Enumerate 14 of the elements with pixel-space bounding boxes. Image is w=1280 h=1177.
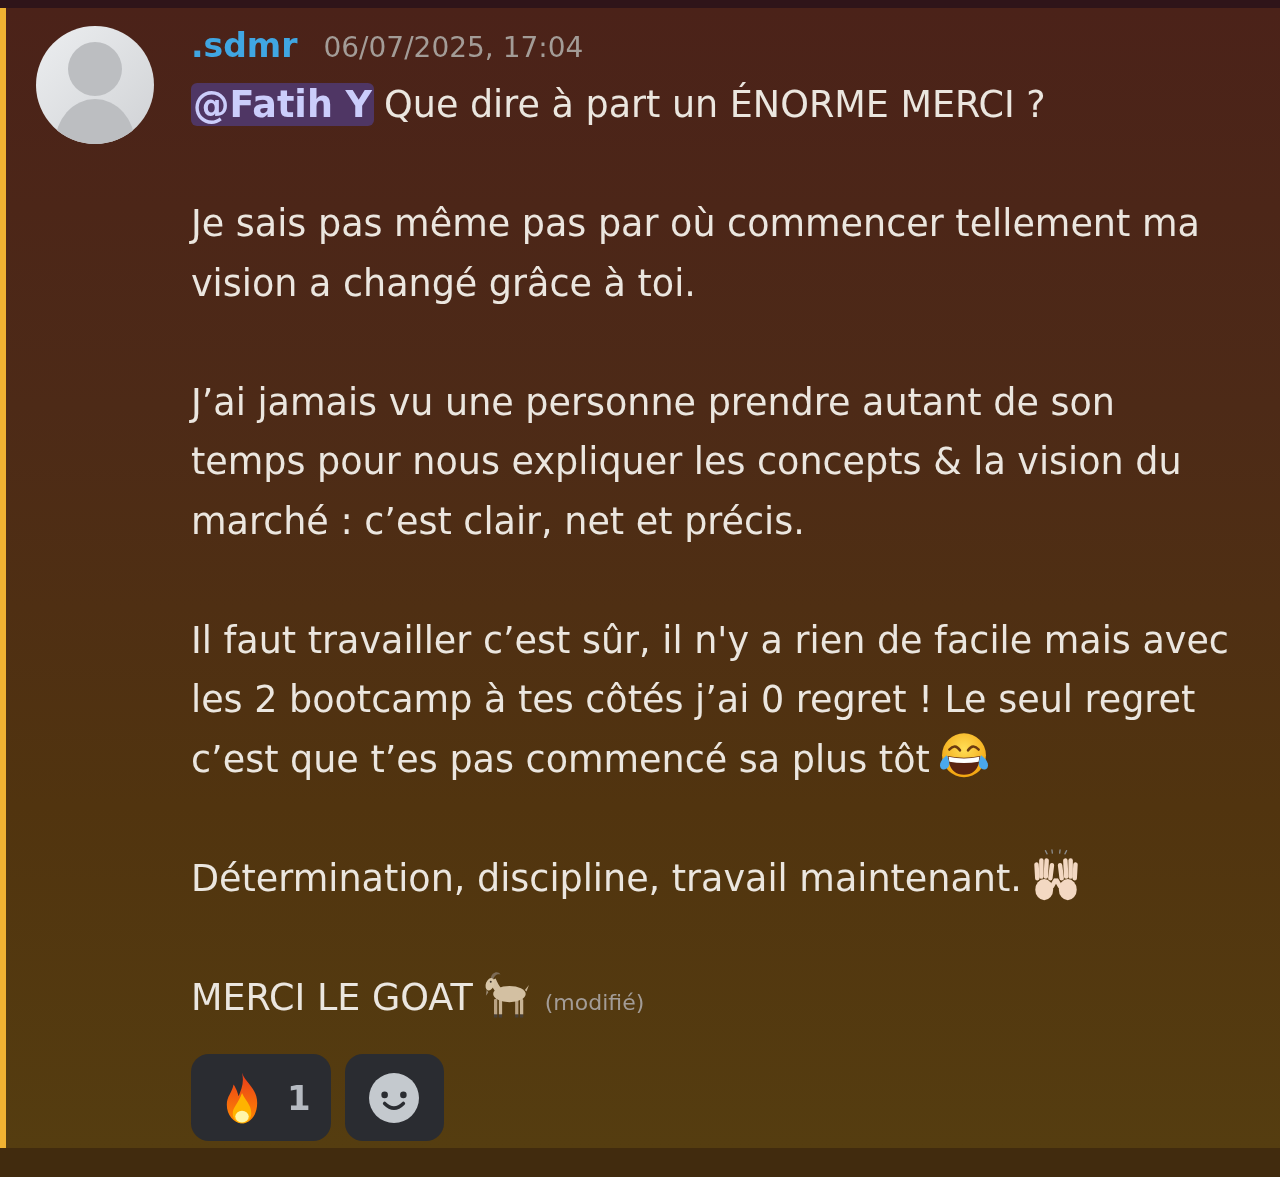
message-text: Que dire à part un ÉNORME MERCI ? <box>384 83 1046 126</box>
message-text: MERCI LE GOAT <box>191 975 533 1019</box>
reaction-button[interactable]: 1 <box>191 1054 331 1141</box>
username[interactable]: .sdmr <box>191 26 298 65</box>
add-reaction-button[interactable] <box>344 1054 444 1141</box>
user-mention-link[interactable]: @Fatih Y <box>191 83 374 126</box>
edited-label: (modifié) <box>544 989 645 1015</box>
smiley-face-icon <box>369 1072 420 1123</box>
avatar-silhouette-icon[interactable] <box>36 26 154 144</box>
message-text: Je sais pas même pas par où commencer tellement ma vision a changé grâce à toi. <box>191 202 1200 305</box>
message-text: J’ai jamais vu une personne prendre autant de son temps pour nous expliquer les concepts & la vision du marché : c’est clair, net et précis. <box>191 380 1182 543</box>
message-text: Détermination, discipline, travail maintenant. <box>191 856 1082 900</box>
timestamp: 06/07/2025, 17:04 <box>323 31 584 64</box>
message-text: Il faut travailler c’est sûr, il n'y a rien de facile mais avec les 2 bootcamp à tes côtés j’ai 0 regret ! Le seul regret c’est que t’es pas commencé sa plus tôt <box>191 618 1229 781</box>
